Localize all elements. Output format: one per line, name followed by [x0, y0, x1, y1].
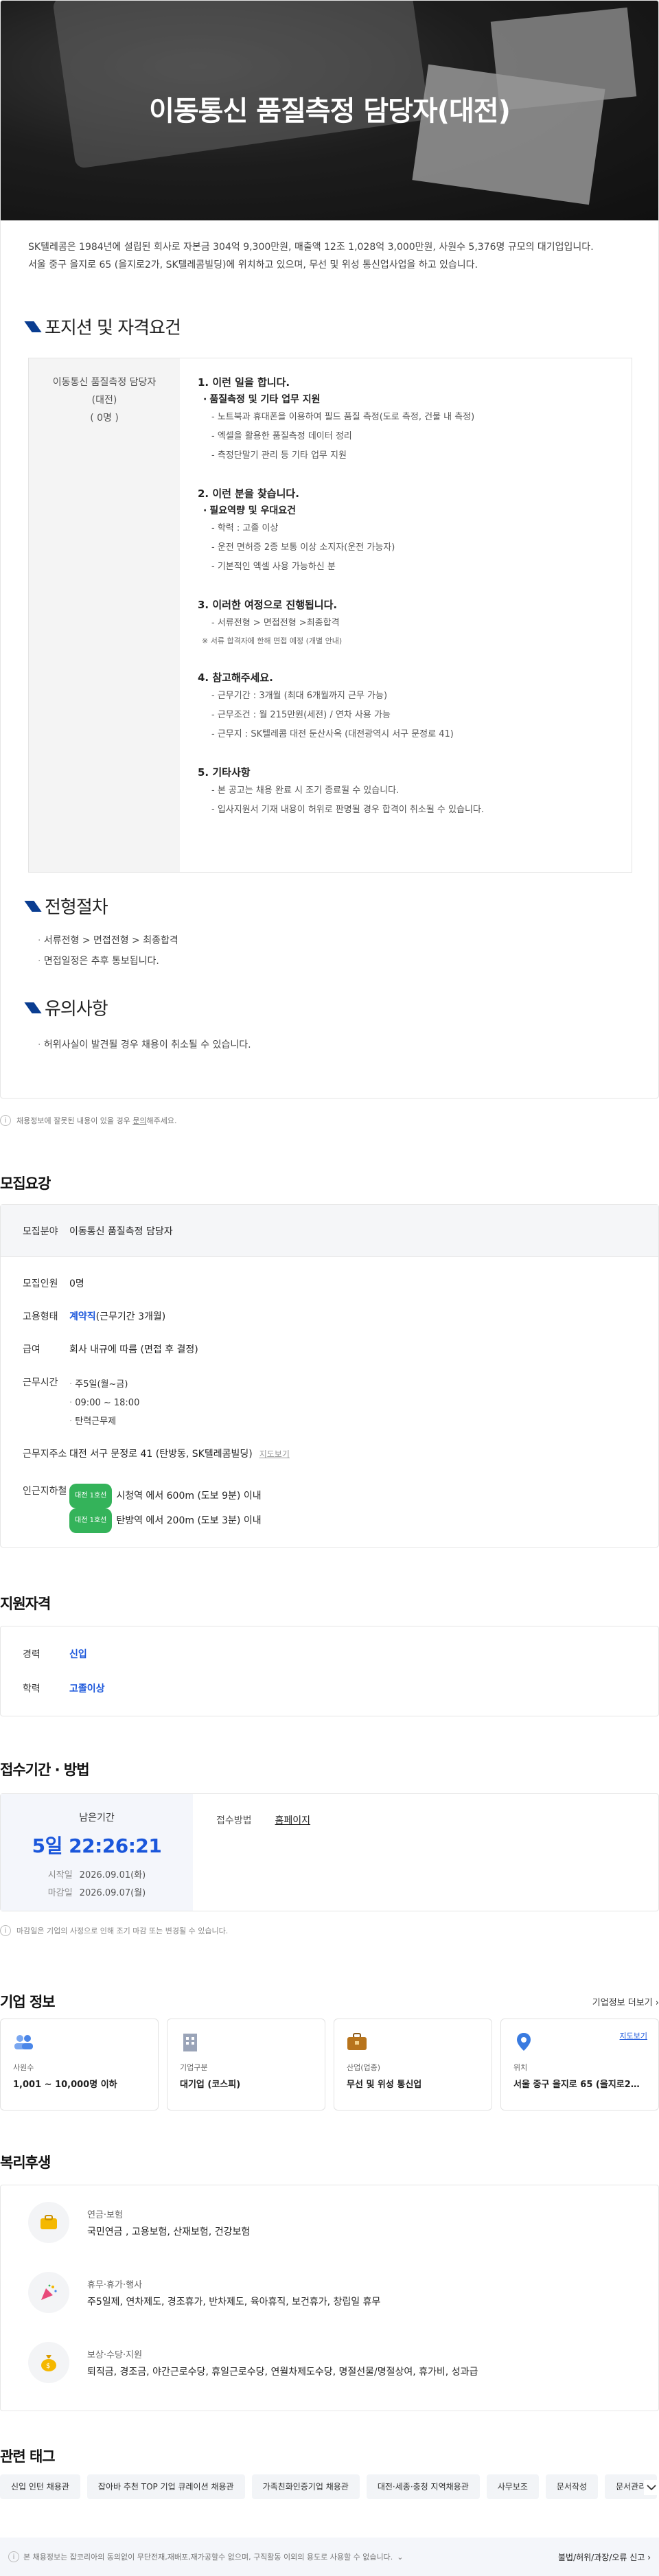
company-more-link[interactable]: 기업정보 더보기 › [592, 1995, 659, 2008]
section-heading: 포지션 및 자격요건 [24, 314, 181, 339]
tag-item[interactable]: 사무보조 [486, 2474, 539, 2499]
remaining-time: 남은기간 5일 22:26:21 시작일 2026.09.01(화) 마감일 202… [1, 1794, 193, 1911]
tag-item[interactable]: 신입 인턴 채용관 [0, 2474, 80, 2499]
building-icon [180, 2032, 200, 2052]
deadline-notice: i 마감일은 기업의 사정으로 인해 조기 마감 또는 변경될 수 있습니다. [0, 1925, 228, 1936]
tag-item[interactable]: 문서작성 [545, 2474, 599, 2499]
subway-badge: 대전 1호선 [69, 1484, 113, 1508]
footer-bar: i 본 채용정보는 잡코리아의 동의없이 무단전재,재배포,재가공할수 없으며,… [0, 2538, 659, 2576]
insurance-icon [28, 2202, 69, 2243]
position-detail: 1. 이런 일을 합니다. 품질측정 및 기타 업무 지원 노트북과 휴대폰을 … [180, 358, 632, 872]
tag-item[interactable]: 잡아바 추천 TOP 기업 큐레이션 채용관 [86, 2474, 245, 2499]
people-icon [13, 2032, 34, 2052]
section-heading: 전형절차 [24, 893, 108, 919]
etc-block: 5. 기타사항 본 공고는 채용 완료 시 조기 종료될 수 있습니다. 입사지… [198, 763, 632, 820]
company-card: 산업(업종) 무선 및 위성 통신업 [334, 2019, 492, 2111]
pin-icon [513, 2032, 534, 2052]
company-map-link[interactable]: 지도보기 [620, 2030, 647, 2041]
info-icon: i [8, 2551, 19, 2562]
apply-method: 접수방법 홈페이지 [193, 1794, 310, 1911]
hero-title: 이동통신 품질측정 담당자(대전) [149, 95, 511, 127]
money-bag-icon: $ [28, 2342, 69, 2383]
company-cards: 사원수 1,001 ~ 10,000명 이하 기업구분 대기업 (코스피) 산업… [0, 2019, 659, 2111]
slash-icon [24, 1002, 42, 1013]
company-card: 사원수 1,001 ~ 10,000명 이하 [0, 2019, 159, 2111]
map-link[interactable]: 지도보기 [259, 1449, 290, 1459]
info-icon: i [0, 1115, 11, 1126]
subway-badge: 대전 1호선 [69, 1508, 113, 1533]
inquiry-link[interactable]: 문의 [132, 1116, 146, 1125]
report-link[interactable]: 불법/허위/과장/오류 신고 › [558, 2551, 651, 2563]
position-box: 이동통신 품질측정 담당자 (대전) ( 0명 ) 1. 이런 일을 합니다. … [28, 358, 632, 873]
slash-icon [24, 900, 42, 912]
company-intro: SK텔레콤은 1984년에 설립된 회사로 자본금 304억 9,300만원, … [28, 242, 594, 271]
recruit-box: 모집분야 이동통신 품질측정 담당자 모집인원 0명 고용형태 계약직(근무기간… [0, 1204, 659, 1548]
duty-block: 1. 이런 일을 합니다. 품질측정 및 기타 업무 지원 노트북과 휴대폰을 … [198, 373, 632, 465]
welfare-heading: 복리후생 [0, 2154, 51, 2171]
posting-detail: 이동통신 품질측정 담당자(대전) SK텔레콤은 1984년에 설립된 회사로 … [0, 0, 659, 1099]
salary: 급여 회사 내규에 따름 (면접 후 결정) [23, 1344, 198, 1355]
work-hours: 근무시간 주5일(월~금) 09:00 ~ 18:00 탄력근무제 [1, 1375, 139, 1431]
qualification-box: 경력 신입 학력 고졸이상 [0, 1626, 659, 1716]
tag-list: 신입 인턴 채용관 잡아바 추천 TOP 기업 큐레이션 채용관 가족친화인증기… [0, 2474, 659, 2499]
work-address: 근무지주소 대전 서구 문정로 41 (탄방동, SK텔레콤빌딩) 지도보기 [23, 1449, 290, 1460]
section-heading: 유의사항 [24, 995, 108, 1020]
welfare-row: 휴무·휴가·행사 주5일제, 연차제도, 경조휴가, 반차제도, 육아휴직, 보… [28, 2272, 380, 2313]
welfare-row: 연금·보험 국민연금 , 고용보험, 산재보험, 건강보험 [28, 2202, 250, 2243]
recruit-heading: 모집요강 [0, 1175, 51, 1192]
career-row: 경력 신입 [23, 1649, 87, 1660]
welfare-row: $ 보상·수당·지원 퇴직금, 경조금, 야간근로수당, 휴일근로수당, 연월차… [28, 2342, 478, 2383]
svg-text:$: $ [46, 2362, 50, 2370]
recruit-field: 모집분야 이동통신 품질측정 담당자 [1, 1205, 658, 1257]
homepage-link[interactable]: 홈페이지 [275, 1813, 311, 1911]
slash-icon [24, 321, 42, 332]
countdown: 5일 22:26:21 [32, 1835, 162, 1857]
welfare-box: 연금·보험 국민연금 , 고용보험, 산재보험, 건강보험 휴무·휴가·행사 주… [0, 2185, 659, 2411]
tags-heading: 관련 태그 [0, 2448, 56, 2465]
nearby-subway: 인근지하철 대전 1호선 시청역 에서 600m (도보 9분) 이내 대전 1호… [1, 1484, 262, 1533]
company-heading: 기업 정보 [0, 1994, 56, 2010]
reference-block: 4. 참고해주세요. 근무기간 : 3개월 (최대 6개월까지 근무 가능) 근… [198, 669, 632, 744]
party-icon [28, 2272, 69, 2313]
tag-item[interactable]: 대전·세종·충청 지역채용관 [366, 2474, 480, 2499]
recruit-count: 모집인원 0명 [23, 1278, 84, 1289]
report-notice: i 채용정보에 잘못된 내용이 있을 경우 문의해주세요. [0, 1115, 177, 1126]
tag-item[interactable]: 가족친화인증기업 채용관 [251, 2474, 360, 2499]
requirement-block: 2. 이런 분을 찾습니다. 필요역량 및 우대요건 학력 : 고졸 이상 운전… [198, 485, 632, 577]
company-card: 기업구분 대기업 (코스피) [167, 2019, 325, 2111]
chevron-down-icon[interactable] [644, 2480, 659, 2495]
company-card: 지도보기 위치 서울 중구 을지로 65 (을지로2가... [500, 2019, 659, 2111]
qualification-heading: 지원자격 [0, 1596, 51, 1612]
hero-banner: 이동통신 품질측정 담당자(대전) [1, 1, 658, 220]
employment-type: 고용형태 계약직(근무기간 3개월) [23, 1311, 166, 1322]
briefcase-icon [347, 2032, 367, 2052]
process-block: 3. 이러한 여정으로 진행됩니다. 서류전형 > 면접전형 >최종합격 ※ 서… [198, 596, 632, 649]
job-posting-page: 이동통신 품질측정 담당자(대전) SK텔레콤은 1984년에 설립된 회사로 … [0, 0, 659, 2576]
info-icon: i [0, 1925, 11, 1936]
apply-box: 남은기간 5일 22:26:21 시작일 2026.09.01(화) 마감일 202… [0, 1793, 659, 1911]
position-summary: 이동통신 품질측정 담당자 (대전) ( 0명 ) [29, 358, 180, 872]
chevron-down-icon[interactable]: ⌄ [397, 2553, 403, 2562]
education-row: 학력 고졸이상 [23, 1683, 105, 1694]
apply-heading: 접수기간 · 방법 [0, 1762, 90, 1778]
